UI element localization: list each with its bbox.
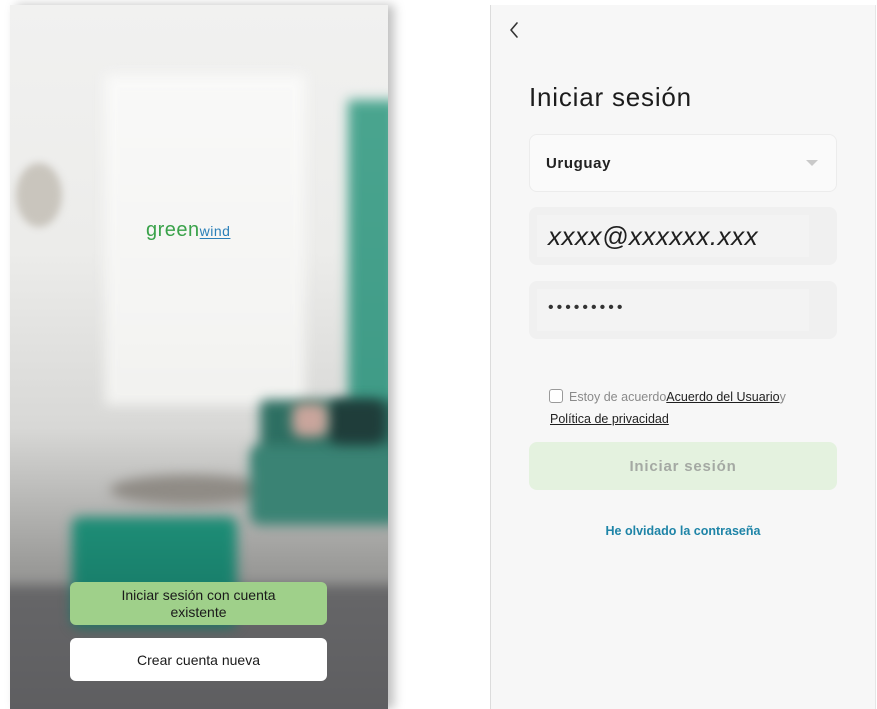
country-value: Uruguay	[546, 155, 612, 172]
email-value: xxxx@xxxxxx.xxx	[548, 221, 759, 251]
country-select[interactable]: Uruguay	[529, 134, 837, 192]
background-cushion-pink	[292, 403, 328, 437]
user-agreement-link[interactable]: Acuerdo del Usuario	[666, 390, 779, 404]
login-button[interactable]: Iniciar sesión	[529, 442, 837, 490]
password-value: •••••••••	[548, 299, 626, 316]
background-cushion-dark	[328, 400, 386, 444]
caret-down-icon	[806, 160, 818, 166]
privacy-policy-link[interactable]: Política de privacidad	[550, 412, 669, 426]
logo-wind-text: wind	[199, 223, 231, 239]
agreement-row: Estoy de acuerdoAcuerdo del Usuarioy	[549, 389, 786, 404]
logo-green-text: green	[146, 219, 200, 241]
login-screen: Iniciar sesión Uruguay xxxx@xxxxxx.xxx •…	[490, 5, 876, 709]
forgot-password-link[interactable]: He olvidado la contraseña	[491, 524, 875, 538]
agreement-connector: y	[779, 390, 786, 404]
password-field[interactable]: •••••••••	[529, 281, 837, 339]
chevron-left-icon[interactable]	[503, 15, 525, 45]
background-wall-clock	[16, 163, 62, 227]
welcome-screen: greenwind Iniciar sesión con cuenta exis…	[10, 5, 388, 709]
create-account-button[interactable]: Crear cuenta nueva	[70, 638, 327, 681]
login-existing-account-button[interactable]: Iniciar sesión con cuenta existente	[70, 582, 327, 625]
background-teal-wall	[348, 100, 388, 430]
brand-logo: greenwind	[146, 219, 230, 242]
agreement-prefix: Estoy de acuerdo	[569, 390, 667, 404]
background-sofa-seat	[250, 445, 388, 525]
email-field[interactable]: xxxx@xxxxxx.xxx	[529, 207, 837, 265]
page-title: Iniciar sesión	[529, 82, 692, 112]
background-table	[110, 475, 270, 505]
agreement-checkbox[interactable]	[549, 389, 563, 403]
